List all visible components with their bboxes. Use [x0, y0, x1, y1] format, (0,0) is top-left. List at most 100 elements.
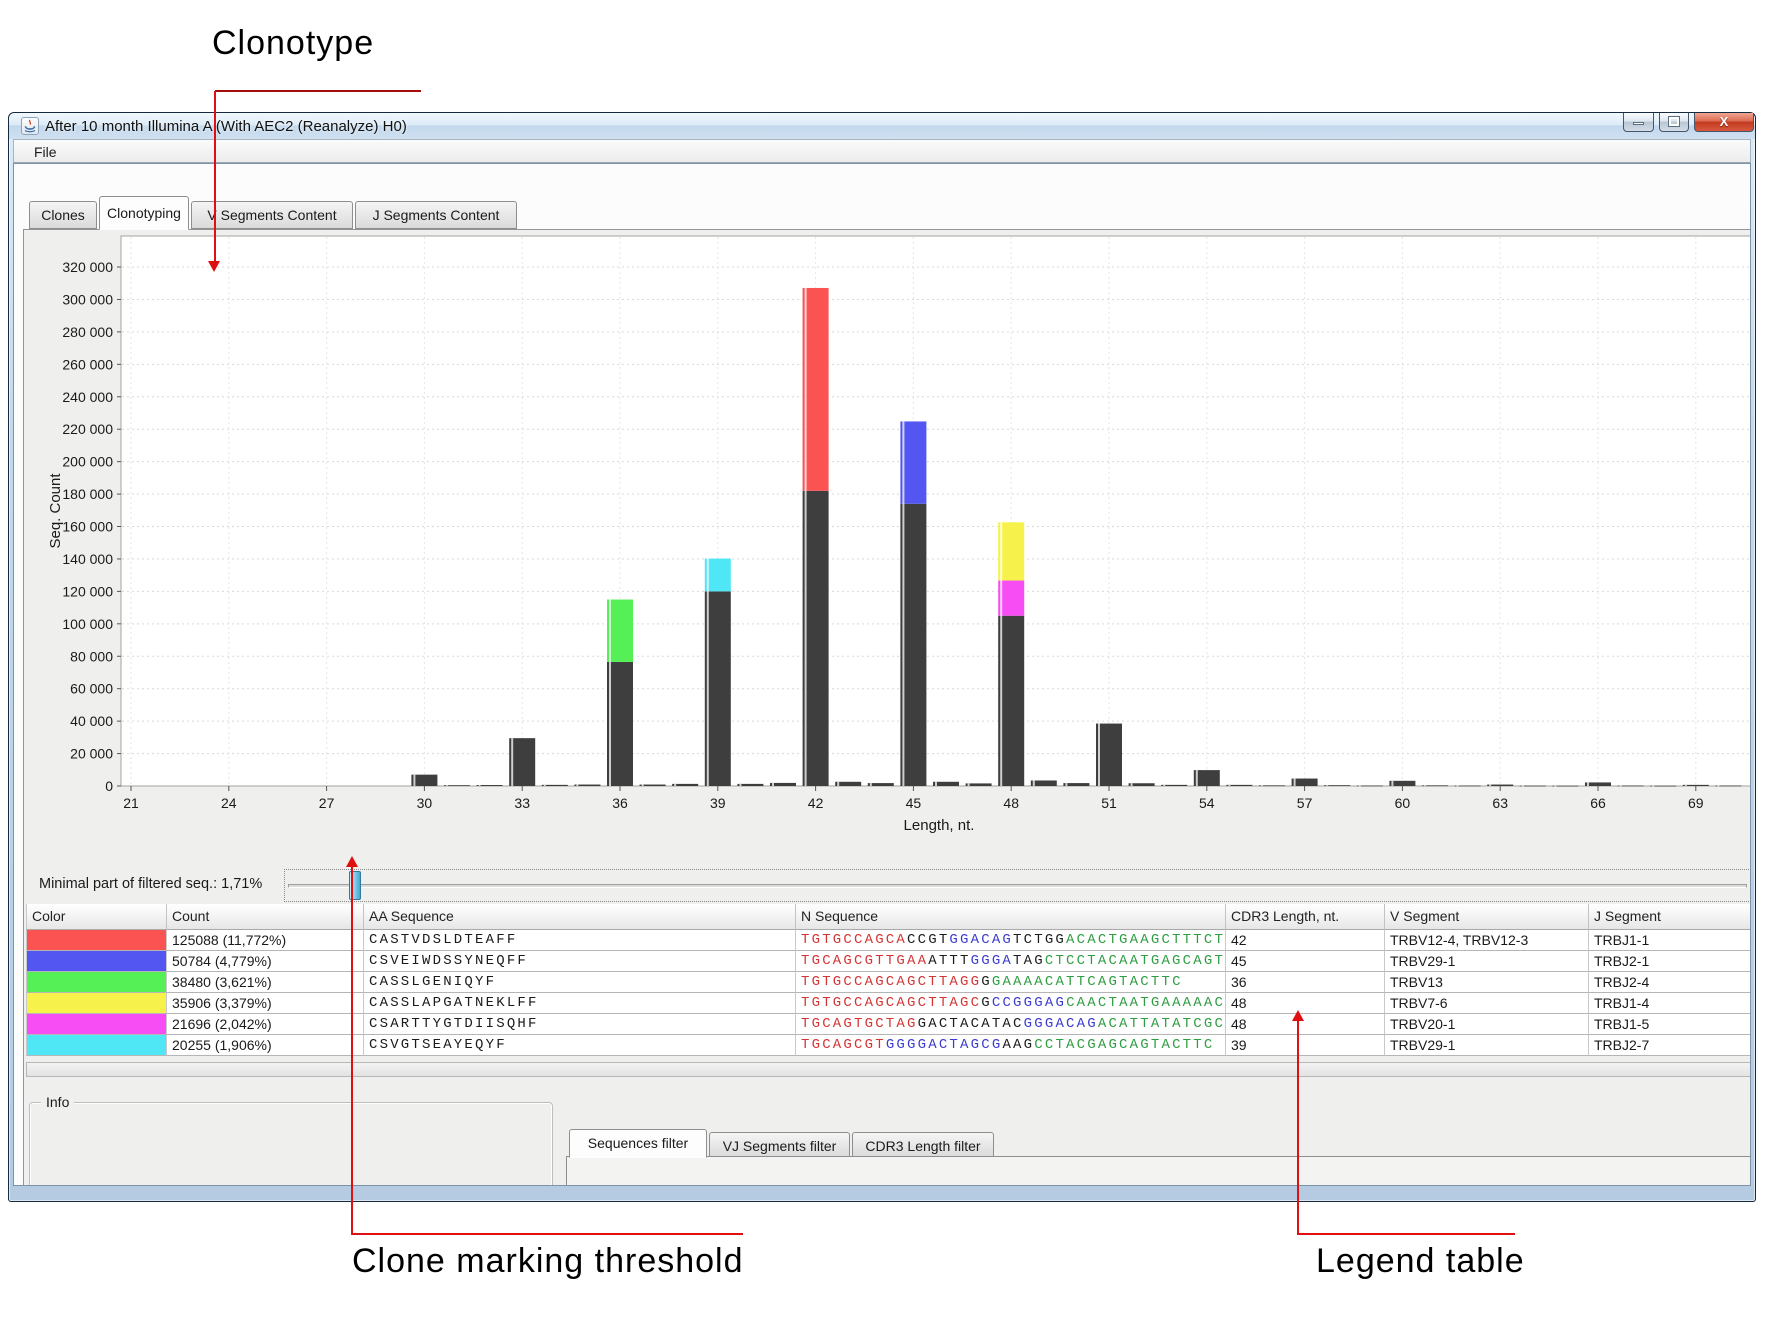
column-header-color[interactable]: Color — [26, 904, 167, 930]
table-row-5[interactable]: 21696 (2,042%)CSARTTYGTDIISQHFTGCAGTGCTA… — [26, 1014, 1751, 1035]
n-sequence-segment-red: TGCAGCGTTGAA — [801, 953, 928, 969]
table-row-3[interactable]: 38480 (3,621%)CASSLGENIQYFTGTGCCAGCAGCTT… — [26, 972, 1751, 993]
n-sequence-segment-black: ATTT — [928, 953, 970, 969]
n-sequence-segment-blue: GGACAG — [949, 932, 1013, 948]
color-swatch-yellow — [26, 993, 167, 1014]
bar-highlight — [1065, 783, 1067, 786]
page: After 10 month Illumina A (With AEC2 (Re… — [0, 0, 1772, 1320]
sequences-filter-panel — [566, 1156, 1751, 1186]
cdr3-length-cell: 48 — [1226, 1014, 1385, 1035]
table-row-1[interactable]: 125088 (11,772%)CASTVDSLDTEAFF TGTGCCAGCA… — [26, 930, 1751, 951]
clonotype-length-chart: 020 00040 00060 00080 000100 000120 0001… — [24, 230, 1751, 870]
bar-highlight — [1228, 785, 1230, 786]
y-tick-label: 200 000 — [62, 454, 113, 470]
column-header-v-segment[interactable]: V Segment — [1385, 904, 1589, 930]
threshold-slider[interactable] — [284, 869, 1751, 902]
n-sequence-cell: TGCAGCGTGGGGACTAGCGAAGCCTACGAGCAGTACTTC — [796, 1035, 1226, 1056]
aa-sequence-cell: CSARTTYGTDIISQHF — [364, 1014, 796, 1035]
bar-highlight — [707, 559, 709, 786]
close-icon: X — [1720, 114, 1729, 129]
tab-sequences-filter[interactable]: Sequences filter — [569, 1129, 707, 1158]
table-row-4[interactable]: 35906 (3,379%)CASSLAPGATNEKLFFTGTGCCAGCA… — [26, 993, 1751, 1014]
y-tick-label: 100 000 — [62, 616, 113, 632]
x-tick-label: 36 — [612, 795, 628, 811]
color-swatch-cyan — [26, 1035, 167, 1056]
annotation-line — [214, 91, 216, 261]
table-row-2[interactable]: 50784 (4,779%)CSVEIWDSSYNEQFFTGCAGCGTTGA… — [26, 951, 1751, 972]
annotation-line — [1297, 1021, 1299, 1233]
y-tick-label: 280 000 — [62, 324, 113, 340]
n-sequence-segment-black: CCGT — [907, 932, 949, 948]
y-tick-label: 60 000 — [70, 681, 113, 697]
tab-cdr3-length-filter[interactable]: CDR3 Length filter — [852, 1132, 994, 1158]
n-sequence-segment-black: TAG — [1013, 953, 1045, 969]
annotation-legend-table: Legend table — [1316, 1242, 1525, 1281]
app-window: After 10 month Illumina A (With AEC2 (Re… — [8, 112, 1756, 1202]
count-cell: 21696 (2,042%) — [167, 1014, 364, 1035]
x-tick-label: 21 — [123, 795, 139, 811]
n-sequence-cell: TGCAGTGCTAGGACTACATACGGGACAGACATTATATCGC… — [796, 1014, 1226, 1035]
java-app-icon — [21, 117, 39, 135]
bar-highlight — [413, 775, 415, 786]
count-cell: 125088 (11,772%) — [167, 930, 364, 951]
menu-bar: File — [13, 139, 1751, 163]
tab-vj-segments-filter[interactable]: VJ Segments filter — [709, 1132, 850, 1158]
v-segment-cell: TRBV29-1 — [1385, 1035, 1589, 1056]
cdr3-length-cell: 39 — [1226, 1035, 1385, 1056]
bar-highlight — [902, 421, 904, 786]
table-row-6[interactable]: 20255 (1,906%)CSVGTSEAYEQYFTGCAGCGTGGGGA… — [26, 1035, 1751, 1056]
arrow-up-icon — [1292, 1010, 1304, 1021]
bar-highlight — [544, 785, 546, 786]
bar-highlight — [870, 783, 872, 786]
count-cell: 35906 (3,379%) — [167, 993, 364, 1014]
horizontal-scrollbar[interactable] — [26, 1062, 1751, 1077]
y-tick-label: 180 000 — [62, 486, 113, 502]
slider-track[interactable] — [288, 884, 1747, 888]
bar-highlight — [1326, 785, 1328, 786]
column-header-aa-sequence[interactable]: AA Sequence — [364, 904, 796, 930]
v-segment-cell: TRBV7-6 — [1385, 993, 1589, 1014]
tab-clones[interactable]: Clones — [29, 201, 97, 229]
bar-highlight — [446, 785, 448, 786]
n-sequence-segment-red: TGTGCCAGCA — [801, 932, 907, 948]
bar-highlight — [1000, 522, 1002, 786]
color-swatch-green — [26, 972, 167, 993]
minimize-button[interactable] — [1623, 113, 1654, 132]
maximize-button[interactable] — [1659, 113, 1689, 132]
column-header-count[interactable]: Count — [167, 904, 364, 930]
y-tick-label: 40 000 — [70, 713, 113, 729]
n-sequence-segment-black: GACTACATAC — [918, 1016, 1024, 1032]
x-axis-title: Length, nt. — [904, 817, 975, 834]
j-segment-cell: TRBJ1-1 — [1589, 930, 1751, 951]
close-button[interactable]: X — [1694, 113, 1754, 132]
cdr3-length-cell: 48 — [1226, 993, 1385, 1014]
bar-highlight — [1359, 786, 1361, 787]
n-sequence-segment-blue: GGGGACTAGCG — [886, 1037, 1003, 1053]
bar-highlight — [739, 784, 741, 786]
j-segment-cell: TRBJ2-4 — [1589, 972, 1751, 993]
bar-highlight — [935, 782, 937, 786]
n-sequence-segment-green: ACACTGAAGCTTTCTT — [1066, 932, 1226, 948]
legend-table: Color Count AA Sequence N Sequence CDR3 … — [26, 904, 1751, 1056]
cdr3-length-cell: 45 — [1226, 951, 1385, 972]
column-header-j-segment[interactable]: J Segment — [1589, 904, 1751, 930]
title-bar[interactable]: After 10 month Illumina A (With AEC2 (Re… — [9, 113, 1755, 139]
y-tick-label: 140 000 — [62, 551, 113, 567]
j-segment-cell: TRBJ1-5 — [1589, 1014, 1751, 1035]
column-header-n-sequence[interactable]: N Sequence — [796, 904, 1226, 930]
bar-highlight — [1652, 786, 1654, 787]
bar-highlight — [1098, 724, 1100, 786]
aa-sequence-cell: CASTVDSLDTEAFF — [364, 930, 796, 951]
n-sequence-segment-black: G — [981, 995, 992, 1011]
n-sequence-segment-green: CTCCTACAATGAGCAGTT — [1045, 953, 1226, 969]
n-sequence-segment-green: ACATTATATCGCA — [1098, 1016, 1226, 1032]
column-header-cdr3-length[interactable]: CDR3 Length, nt. — [1226, 904, 1385, 930]
app-content: Clones Clonotyping V Segments Content J … — [13, 163, 1751, 1186]
count-cell: 50784 (4,779%) — [167, 951, 364, 972]
tab-j-segments-content[interactable]: J Segments Content — [355, 201, 517, 229]
menu-file[interactable]: File — [24, 142, 67, 162]
tab-clonotyping[interactable]: Clonotyping — [99, 196, 189, 230]
y-tick-label: 120 000 — [62, 583, 113, 599]
n-sequence-segment-blue: GGGA — [971, 953, 1013, 969]
color-swatch-red — [26, 930, 167, 951]
